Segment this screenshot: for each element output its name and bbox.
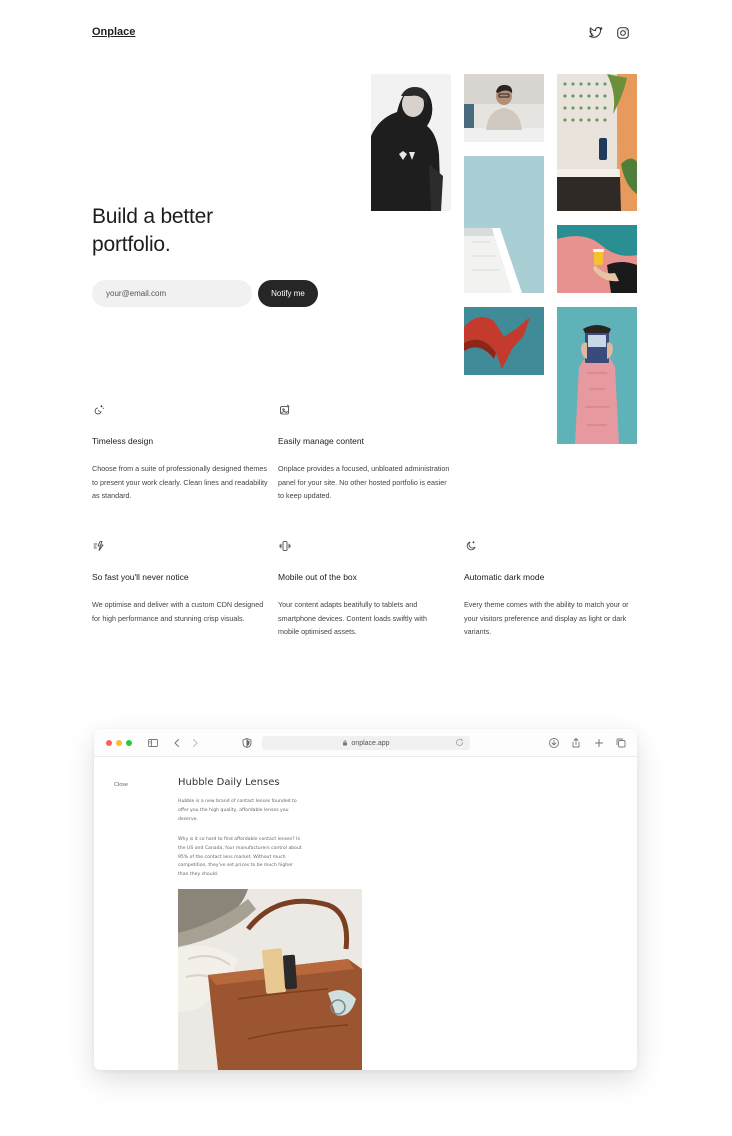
doc-photo-bag bbox=[178, 889, 362, 1070]
feature-title-dark-mode: Automatic dark mode bbox=[464, 572, 545, 582]
minimize-window-button[interactable] bbox=[116, 740, 122, 746]
logo-link[interactable]: Onplace bbox=[92, 26, 135, 38]
sidebar-icon[interactable] bbox=[147, 737, 159, 749]
close-window-button[interactable] bbox=[106, 740, 112, 746]
doc-title: Hubble Daily Lenses bbox=[178, 777, 280, 788]
feature-desc-dark-mode: Every theme comes with the ability to ma… bbox=[464, 600, 629, 636]
feature-desc-timeless-design: Choose from a suite of professionally de… bbox=[92, 464, 268, 500]
feature-title-manage-content: Easily manage content bbox=[278, 436, 364, 446]
email-input[interactable] bbox=[92, 280, 252, 307]
feature-title-timeless-design: Timeless design bbox=[92, 436, 154, 446]
notify-button[interactable]: Notify me bbox=[258, 280, 318, 307]
new-tab-icon[interactable] bbox=[593, 737, 605, 749]
gallery-photo-coffee bbox=[557, 225, 637, 293]
gallery-photo-hoodie bbox=[371, 74, 451, 211]
feature-title-mobile: Mobile out of the box bbox=[278, 572, 357, 582]
doc-paragraph-1: Hubble is a new brand of contact lenses … bbox=[178, 799, 297, 822]
hero-title-line2: portfolio. bbox=[92, 233, 171, 256]
url-text: onplace.app bbox=[351, 739, 390, 747]
gallery-photo-sculpture bbox=[464, 307, 544, 375]
lightning-fast-icon bbox=[93, 540, 105, 552]
close-link[interactable]: Close bbox=[114, 782, 128, 788]
tabs-overview-icon[interactable] bbox=[615, 737, 627, 749]
instagram-icon[interactable] bbox=[616, 26, 630, 40]
doc-paragraph-2: Why is it so hard to find affordable con… bbox=[178, 837, 302, 878]
feature-desc-fast: We optimise and deliver with a custom CD… bbox=[92, 600, 264, 623]
feature-title-fast: So fast you'll never notice bbox=[92, 572, 189, 582]
download-icon[interactable] bbox=[548, 737, 560, 749]
maximize-window-button[interactable] bbox=[126, 740, 132, 746]
twitter-icon[interactable] bbox=[589, 26, 603, 40]
url-bar[interactable]: onplace.app bbox=[262, 736, 470, 750]
mobile-vibrate-icon bbox=[279, 540, 291, 552]
share-icon[interactable] bbox=[570, 737, 582, 749]
gallery-photo-desk bbox=[464, 74, 544, 142]
feature-desc-mobile: Your content adapts beatifully to tablet… bbox=[278, 600, 428, 636]
gallery-photo-building bbox=[464, 156, 544, 293]
privacy-shield-icon[interactable] bbox=[241, 737, 253, 749]
lock-icon bbox=[342, 740, 348, 746]
reload-icon[interactable] bbox=[455, 738, 464, 747]
moon-stars-icon bbox=[465, 540, 477, 552]
hero-title-line1: Build a better bbox=[92, 205, 213, 228]
hero-title: Build a better portfolio. bbox=[92, 203, 292, 259]
image-edit-icon bbox=[279, 404, 291, 416]
forward-icon[interactable] bbox=[189, 737, 201, 749]
palette-sparkle-icon bbox=[93, 404, 105, 416]
feature-desc-manage-content: Onplace provides a focused, unbloated ad… bbox=[278, 464, 450, 500]
back-icon[interactable] bbox=[171, 737, 183, 749]
gallery-photo-magazine bbox=[557, 307, 637, 444]
gallery-photo-cafe bbox=[557, 74, 637, 211]
browser-mockup: onplace.app Close Hubble Daily Lenses Hu… bbox=[94, 729, 637, 1070]
browser-toolbar: onplace.app bbox=[94, 729, 637, 757]
